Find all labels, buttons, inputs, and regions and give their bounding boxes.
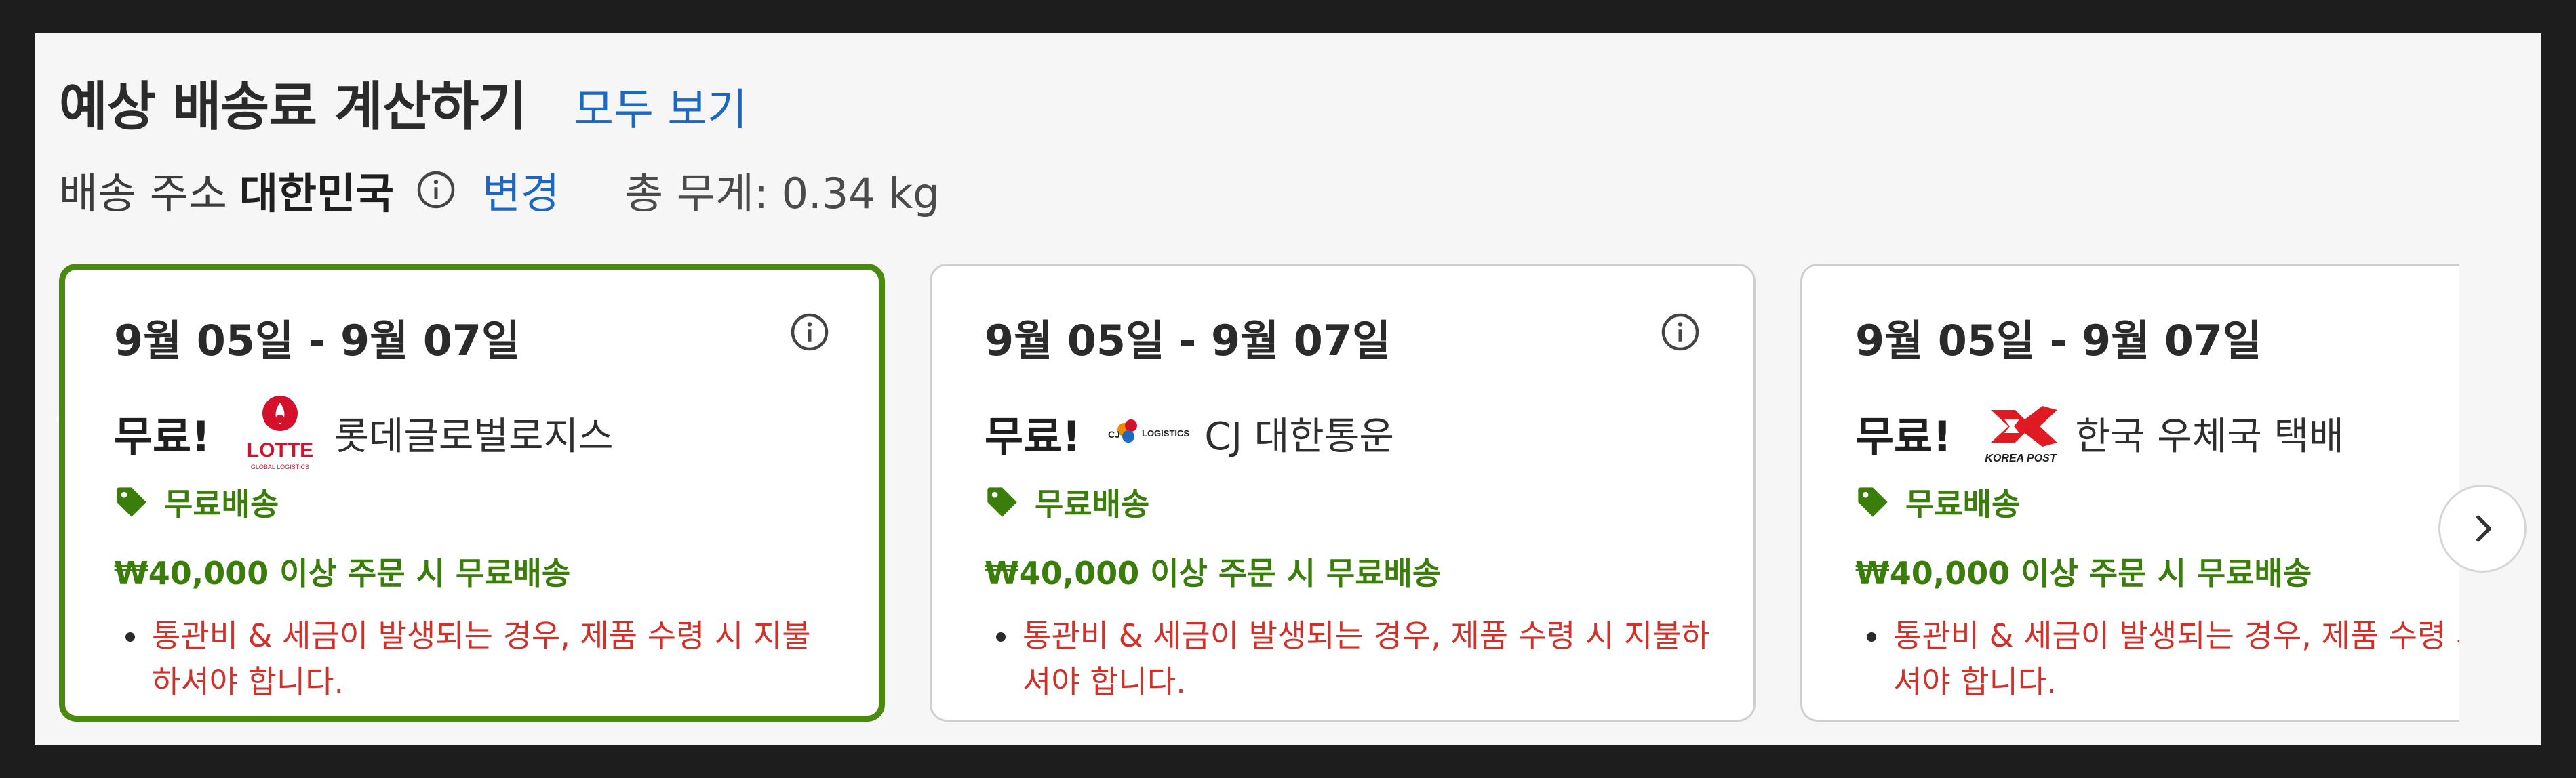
- info-icon[interactable]: [789, 312, 830, 352]
- logo-subtext: GLOBAL LOGISTICS: [251, 464, 309, 470]
- logo-text: LOTTE: [247, 439, 313, 462]
- customs-note: 통관비 & 세금이 발생되는 경우, 제품 수령 시 지불하셔야 합니다.: [1020, 613, 1713, 705]
- page-title: 예상 배송료 계산하기: [59, 77, 527, 138]
- shipping-price: 무료!: [114, 412, 211, 462]
- logo-text: CJ: [1108, 429, 1120, 440]
- delivery-dates: 9월 05일 - 9월 07일: [1855, 316, 2262, 365]
- total-weight: 총 무게: 0.34 kg: [625, 169, 940, 218]
- customs-notes: 통관비 & 세금이 발생되는 경우, 제품 수령 시 지불하셔야 합니다.: [985, 613, 1713, 705]
- price-tag-icon: [985, 485, 1020, 520]
- lotte-logo: LOTTE GLOBAL LOGISTICS: [236, 393, 324, 473]
- logo-subtext: LOGISTICS: [1142, 428, 1189, 438]
- free-shipping-label: 무료배송: [164, 486, 279, 523]
- view-all-link[interactable]: 모두 보기: [574, 75, 747, 138]
- address-label: 배송 주소: [59, 169, 227, 218]
- free-shipping-threshold: ₩40,000 이상 주문 시 무료배송: [985, 555, 1442, 592]
- shipping-address-row: 배송 주소 대한민국 변경 총 무게: 0.34 kg: [59, 159, 940, 220]
- customs-notes: 통관비 & 세금이 발생되는 경우, 제품 수령 시 지불하셔야 합니다.: [1855, 613, 2459, 705]
- shipping-price: 무료!: [985, 412, 1082, 462]
- price-tag-icon: [114, 485, 149, 520]
- carrier-name: CJ 대한통운: [1204, 414, 1394, 459]
- free-shipping-label: 무료배송: [1035, 486, 1150, 523]
- price-tag-icon: [1855, 485, 1890, 520]
- info-icon[interactable]: [1660, 312, 1701, 352]
- carrier-name: 롯데글로벌로지스: [334, 414, 614, 459]
- header: 예상 배송료 계산하기 모두 보기: [59, 64, 747, 140]
- chevron-right-icon: [2476, 515, 2492, 542]
- shipping-option-card[interactable]: 9월 05일 - 9월 07일 무료! CJ LOGISTICS CJ 대한통운: [930, 264, 1756, 722]
- address-country: 대한민국: [239, 169, 395, 218]
- free-shipping-threshold: ₩40,000 이상 주문 시 무료배송: [1855, 555, 2312, 592]
- korea-post-logo: KOREA POST: [1977, 399, 2065, 467]
- cj-logistics-logo: CJ LOGISTICS: [1107, 409, 1195, 457]
- next-button[interactable]: [2438, 485, 2527, 573]
- free-shipping-label: 무료배송: [1905, 486, 2021, 523]
- delivery-dates: 9월 05일 - 9월 07일: [114, 316, 521, 365]
- shipping-options-carousel: 9월 05일 - 9월 07일 무료! LOTTE GLOBAL LOGISTI…: [59, 264, 2459, 745]
- carrier-name: 한국 우체국 택배: [2075, 414, 2344, 459]
- shipping-option-card[interactable]: 9월 05일 - 9월 07일 무료! KOREA POST 한국 우체국 택배: [1800, 264, 2459, 722]
- info-icon[interactable]: [416, 169, 456, 210]
- logo-text: KOREA POST: [1985, 453, 2057, 464]
- customs-notes: 통관비 & 세금이 발생되는 경우, 제품 수령 시 지불하셔야 합니다.: [114, 613, 838, 705]
- customs-note: 통관비 & 세금이 발생되는 경우, 제품 수령 시 지불하셔야 합니다.: [149, 613, 838, 705]
- shipping-option-card[interactable]: 9월 05일 - 9월 07일 무료! LOTTE GLOBAL LOGISTI…: [59, 264, 885, 722]
- customs-note: 통관비 & 세금이 발생되는 경우, 제품 수령 시 지불하셔야 합니다.: [1890, 613, 2459, 705]
- delivery-dates: 9월 05일 - 9월 07일: [985, 316, 1391, 365]
- change-address-link[interactable]: 변경: [482, 159, 559, 220]
- shipping-price: 무료!: [1855, 412, 1952, 462]
- shipping-estimate-panel: 예상 배송료 계산하기 모두 보기 배송 주소 대한민국 변경 총 무게: 0.…: [35, 33, 2541, 745]
- free-shipping-threshold: ₩40,000 이상 주문 시 무료배송: [114, 555, 571, 592]
